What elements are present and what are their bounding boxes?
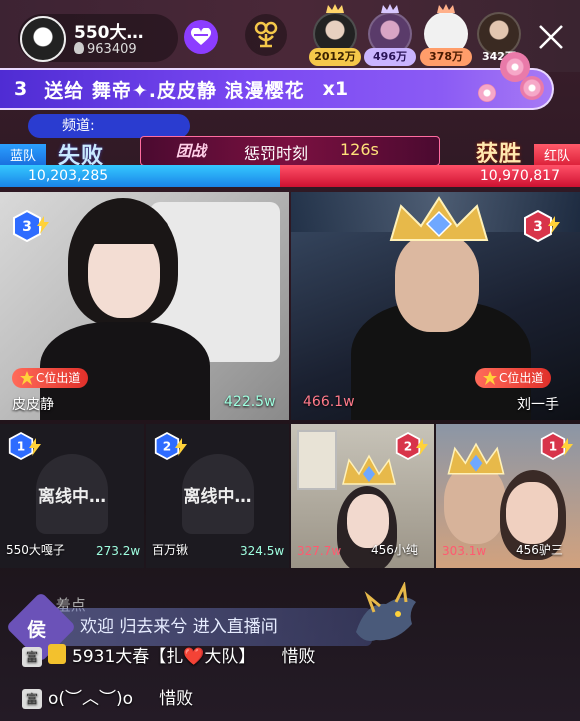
shelf: [297, 430, 337, 490]
video-tile-lvsan[interactable]: 1 303.1w 456驴三: [436, 424, 580, 568]
star-icon: [483, 371, 497, 385]
star-icon: [20, 371, 34, 385]
welcome-message: 欢迎 归去来兮 进入直播间: [22, 608, 372, 646]
streamer-score: 324.5w: [240, 544, 285, 558]
fan-badge-icon: [48, 644, 66, 664]
bolt-icon: [561, 438, 573, 456]
video-tile-pipijing[interactable]: 3 C位出道 皮皮静 422.5w: [0, 192, 289, 420]
red-score: 10,970,817: [479, 168, 560, 184]
video-tile-offline-1[interactable]: 1 离线中… 550大嘎子 273.2w: [0, 424, 144, 568]
streamer-name: 456小纯: [371, 543, 418, 557]
blue-score: 10,203,285: [28, 168, 109, 184]
c-position-label: C位出道: [36, 371, 81, 385]
pk-phase: 惩罚时刻: [244, 144, 309, 163]
streamer-name: 550大嘎子: [6, 543, 65, 557]
host-name[interactable]: 550大…: [74, 18, 144, 43]
offline-status: 离线中…: [38, 487, 106, 507]
top-bar: 550大… 963409 2012万 496万 378万 342万: [0, 0, 580, 72]
blossom-icon: [520, 76, 544, 100]
bolt-icon: [548, 216, 560, 234]
face: [347, 494, 389, 548]
mic-link-button[interactable]: [245, 14, 287, 56]
top-viewer-1[interactable]: 2012万: [309, 4, 361, 66]
live-room-screen: 550大… 963409 2012万 496万 378万 342万 3 送给 舞…: [0, 0, 580, 721]
viewer-contribution: 496万: [364, 48, 416, 66]
wealth-level-tag: 富: [22, 689, 42, 709]
heart-icon: [190, 28, 212, 45]
crown-icon: [342, 454, 396, 485]
c-position-tag: C位出道: [12, 368, 89, 388]
pk-battle-bar: 蓝队 红队 失败 获胜 团战 惩罚时刻 126s 10,203,285 10,9…: [0, 134, 580, 190]
gift-text: 送给 舞帝✦.皮皮静 浪漫樱花: [44, 79, 305, 102]
wealth-level-tag: 富: [22, 647, 42, 667]
follow-button[interactable]: [184, 20, 218, 54]
c-position-tag: C位出道: [475, 368, 552, 388]
streamer-name: 百万锹: [152, 543, 189, 557]
svg-text:2: 2: [404, 439, 412, 453]
fans-number: 963409: [87, 42, 137, 57]
top-viewer-3[interactable]: 378万: [420, 4, 472, 66]
viewer-contribution: 378万: [420, 48, 472, 66]
red-result: 获胜: [475, 142, 522, 167]
crown-icon: [326, 4, 344, 13]
crown-icon: [437, 4, 455, 13]
host-fans-count: 963409: [74, 42, 137, 57]
chat-username[interactable]: 5931大春【扎❤️大队】: [72, 647, 255, 667]
gift-count: x1: [322, 78, 349, 100]
streamer-score: 466.1w: [303, 394, 355, 410]
bolt-icon: [416, 438, 428, 456]
streamer-score: 273.2w: [96, 544, 141, 558]
video-tile-offline-2[interactable]: 2 离线中… 百万锹 324.5w: [146, 424, 289, 568]
bolt-icon: [29, 438, 41, 456]
chat-text: 惜败: [281, 647, 316, 667]
svg-text:1: 1: [549, 439, 557, 453]
bangs: [80, 214, 168, 244]
mic-icon: [254, 21, 278, 48]
offline-status: 离线中…: [183, 487, 252, 507]
video-tile-liuyishou[interactable]: 3 C位出道 466.1w 刘一手: [291, 192, 580, 420]
streamer-name: 皮皮静: [12, 397, 54, 413]
chat-area: … 羞点 欢迎 归去来兮 进入直播间 侯 富 5931大春【扎❤️大队】 惜败 富o…: [0, 570, 580, 721]
close-icon[interactable]: [536, 22, 566, 52]
streamer-score: 422.5w: [224, 394, 276, 410]
dragon-mount-icon: [356, 582, 416, 641]
c-position-label: C位出道: [499, 371, 544, 385]
streamer-name: 刘一手: [517, 397, 559, 413]
gift-prefix: 3: [14, 78, 29, 100]
svg-text:3: 3: [22, 219, 32, 235]
streamer-score: 303.1w: [442, 544, 487, 558]
noble-badge-label: 侯: [27, 619, 47, 641]
crown-icon: [381, 4, 399, 13]
team-battle-tag: 团战: [176, 142, 207, 160]
gift-banner: 3 送给 舞帝✦.皮皮静 浪漫樱花 x1: [0, 68, 554, 110]
streamer-score: 327.7w: [297, 544, 342, 558]
chat-text: 惜败: [159, 689, 194, 709]
top-viewer-2[interactable]: 496万: [364, 4, 416, 66]
crown-icon: [447, 442, 505, 475]
face: [506, 482, 558, 544]
host-avatar[interactable]: [20, 16, 66, 62]
face: [395, 234, 479, 332]
svg-text:3: 3: [533, 219, 543, 235]
svg-text:2: 2: [163, 439, 171, 453]
video-tile-xiaochun[interactable]: 2 327.7w 456小纯: [291, 424, 434, 568]
fans-icon: [74, 42, 84, 54]
chat-message[interactable]: 富 5931大春【扎❤️大队】 惜败: [22, 642, 315, 667]
viewer-contribution: 2012万: [309, 48, 361, 66]
chat-username[interactable]: o(︶︿︶)o: [48, 689, 133, 709]
bolt-icon: [37, 216, 49, 234]
crown-icon: [389, 196, 489, 241]
svg-text:1: 1: [17, 439, 25, 453]
chat-message[interactable]: 富 o(︶︿︶)o 惜败: [22, 684, 193, 709]
streamer-name: 456驴三: [516, 543, 563, 557]
blossom-icon: [478, 84, 496, 102]
bolt-icon: [175, 438, 187, 456]
pk-timer: 126s: [340, 140, 379, 159]
